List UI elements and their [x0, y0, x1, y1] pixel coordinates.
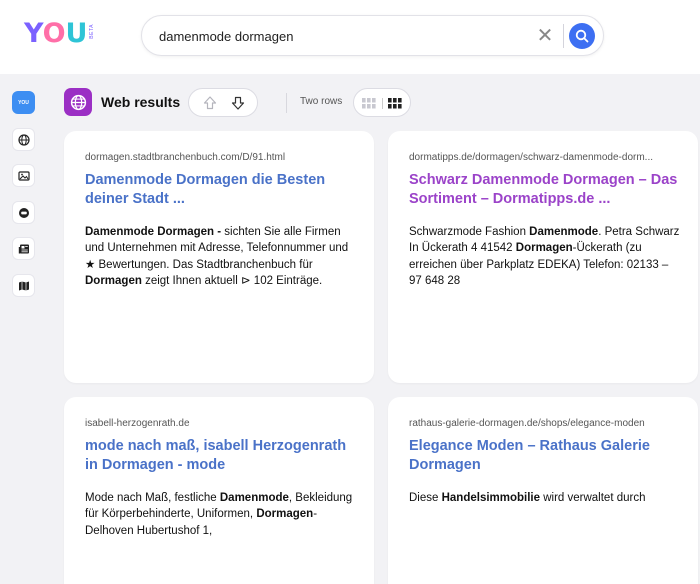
clear-search-icon[interactable]: ✕ [535, 26, 555, 46]
you-logo[interactable]: YOU BETA [24, 20, 95, 50]
snippet-fragment: Diese [409, 492, 442, 504]
header-divider [286, 93, 287, 113]
result-title[interactable]: Damenmode Dormagen die Besten deiner Sta… [85, 171, 360, 209]
snippet-fragment: Dormagen [85, 274, 142, 287]
results-title: Web results [101, 94, 181, 110]
sidebar-item-maps[interactable] [12, 274, 35, 297]
sidebar-item-news[interactable] [12, 237, 35, 260]
snippet-fragment: Damenmode Dormagen - [85, 226, 222, 238]
beta-badge: BETA [89, 24, 96, 39]
result-title[interactable]: mode nach maß, isabell Herzogenrath in D… [85, 437, 360, 475]
sidebar-item-web[interactable] [12, 128, 35, 151]
result-url[interactable]: dormatipps.de/dormagen/schwarz-damenmode… [409, 152, 684, 163]
logo-wordmark: YOU [24, 18, 88, 49]
snippet-fragment: Damenmode [529, 226, 599, 238]
thumbs-up-arrow-icon[interactable] [201, 94, 219, 112]
image-icon [17, 170, 30, 181]
search-button[interactable] [569, 23, 595, 49]
result-card: isabell-herzogenrath.de mode nach maß, i… [64, 397, 374, 584]
you-logo-icon: YOU [18, 99, 29, 106]
snippet-fragment: Schwarzmode Fashion [409, 226, 530, 238]
result-card: rathaus-galerie-dormagen.de/shops/elegan… [388, 397, 698, 584]
globe-icon [17, 133, 30, 146]
globe-icon [70, 94, 86, 110]
sidebar-item-you[interactable]: YOU [12, 91, 35, 114]
result-card: dormatipps.de/dormagen/schwarz-damenmode… [388, 131, 698, 383]
snippet-fragment: Dormagen [515, 242, 573, 255]
results-header: Web results Two rows [64, 88, 684, 118]
sidebar-item-chat[interactable] [12, 201, 35, 224]
search-bar: ✕ [141, 15, 604, 56]
snippet-fragment: zeigt Ihnen aktuell ⊳ 102 Einträge. [141, 274, 323, 287]
result-snippet: Diese Handelsimmobilie wird verwaltet du… [409, 490, 682, 506]
result-url[interactable]: isabell-herzogenrath.de [85, 418, 360, 429]
rows-label: Two rows [300, 96, 343, 107]
result-title[interactable]: Elegance Moden – Rathaus Galerie Dormage… [409, 437, 684, 475]
top-bar: YOU BETA ✕ [0, 0, 700, 74]
vote-group [188, 88, 258, 117]
result-url[interactable]: rathaus-galerie-dormagen.de/shops/elegan… [409, 418, 684, 429]
web-results-icon [64, 88, 92, 116]
search-icon [575, 29, 589, 43]
result-card: dormagen.stadtbranchenbuch.com/D/91.html… [64, 131, 374, 383]
result-snippet: Damenmode Dormagen - sichten Sie alle Fi… [85, 224, 358, 289]
search-input[interactable] [159, 25, 529, 47]
result-snippet: Mode nach Maß, festliche Damenmode, Bekl… [85, 490, 358, 539]
two-rows-grid-icon[interactable] [388, 98, 402, 109]
result-title[interactable]: Schwarz Damenmode Dormagen – Das Sortime… [409, 171, 684, 209]
snippet-fragment: Mode nach Maß, festliche [85, 492, 220, 504]
search-divider [563, 24, 564, 48]
result-url[interactable]: dormagen.stadtbranchenbuch.com/D/91.html [85, 152, 360, 163]
result-snippet: Schwarzmode Fashion Damenmode. Petra Sch… [409, 224, 682, 289]
snippet-fragment: wird verwaltet durch [540, 492, 646, 504]
toggle-divider [382, 98, 383, 109]
chat-icon [18, 207, 29, 218]
sidebar-item-images[interactable] [12, 164, 35, 187]
map-icon [18, 281, 29, 290]
thumbs-down-arrow-icon[interactable] [229, 94, 247, 112]
snippet-fragment: Dormagen [256, 508, 314, 521]
sidebar: YOU [0, 74, 48, 584]
snippet-fragment: Damenmode [219, 492, 289, 504]
one-row-grid-icon[interactable] [362, 98, 376, 109]
rows-toggle [353, 88, 411, 117]
news-icon [18, 244, 29, 253]
snippet-fragment: Handelsimmobilie [441, 492, 541, 504]
